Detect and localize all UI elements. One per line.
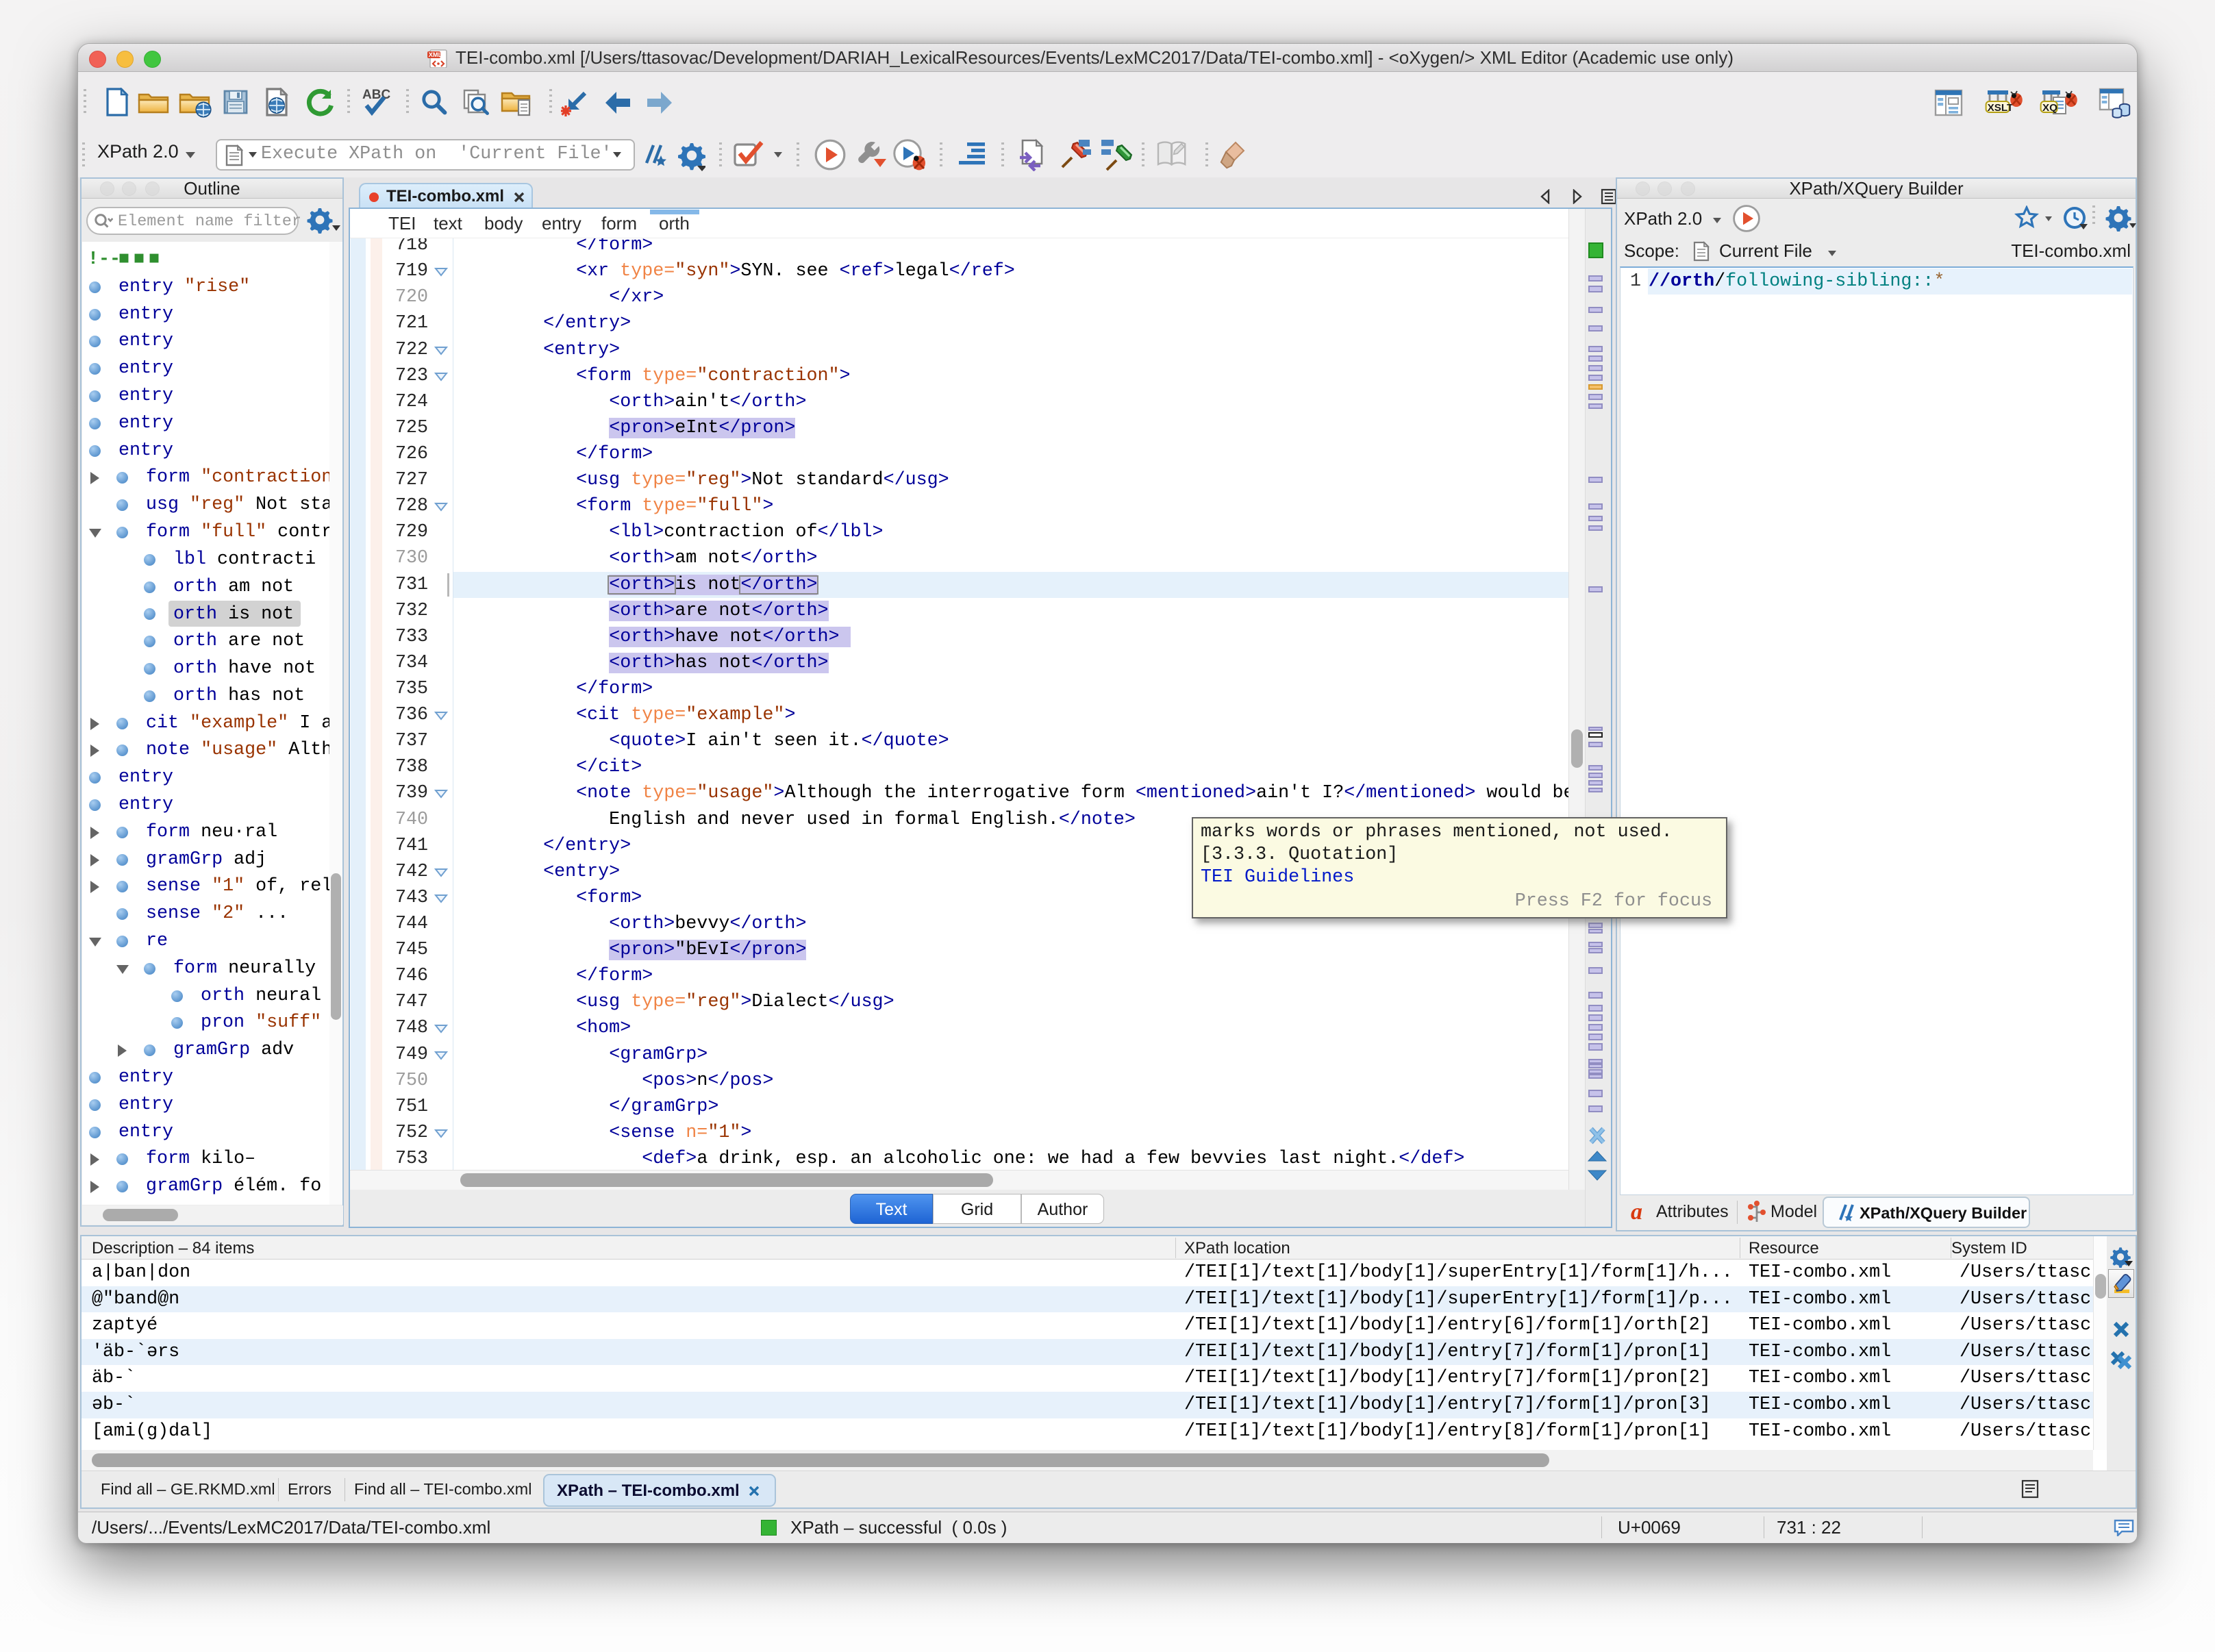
svg-text:XSLT: XSLT — [1988, 102, 2014, 114]
svg-text:XQ: XQ — [2042, 102, 2057, 114]
svg-text:ABC: ABC — [362, 88, 390, 102]
svg-text:XML: XML — [429, 51, 442, 58]
